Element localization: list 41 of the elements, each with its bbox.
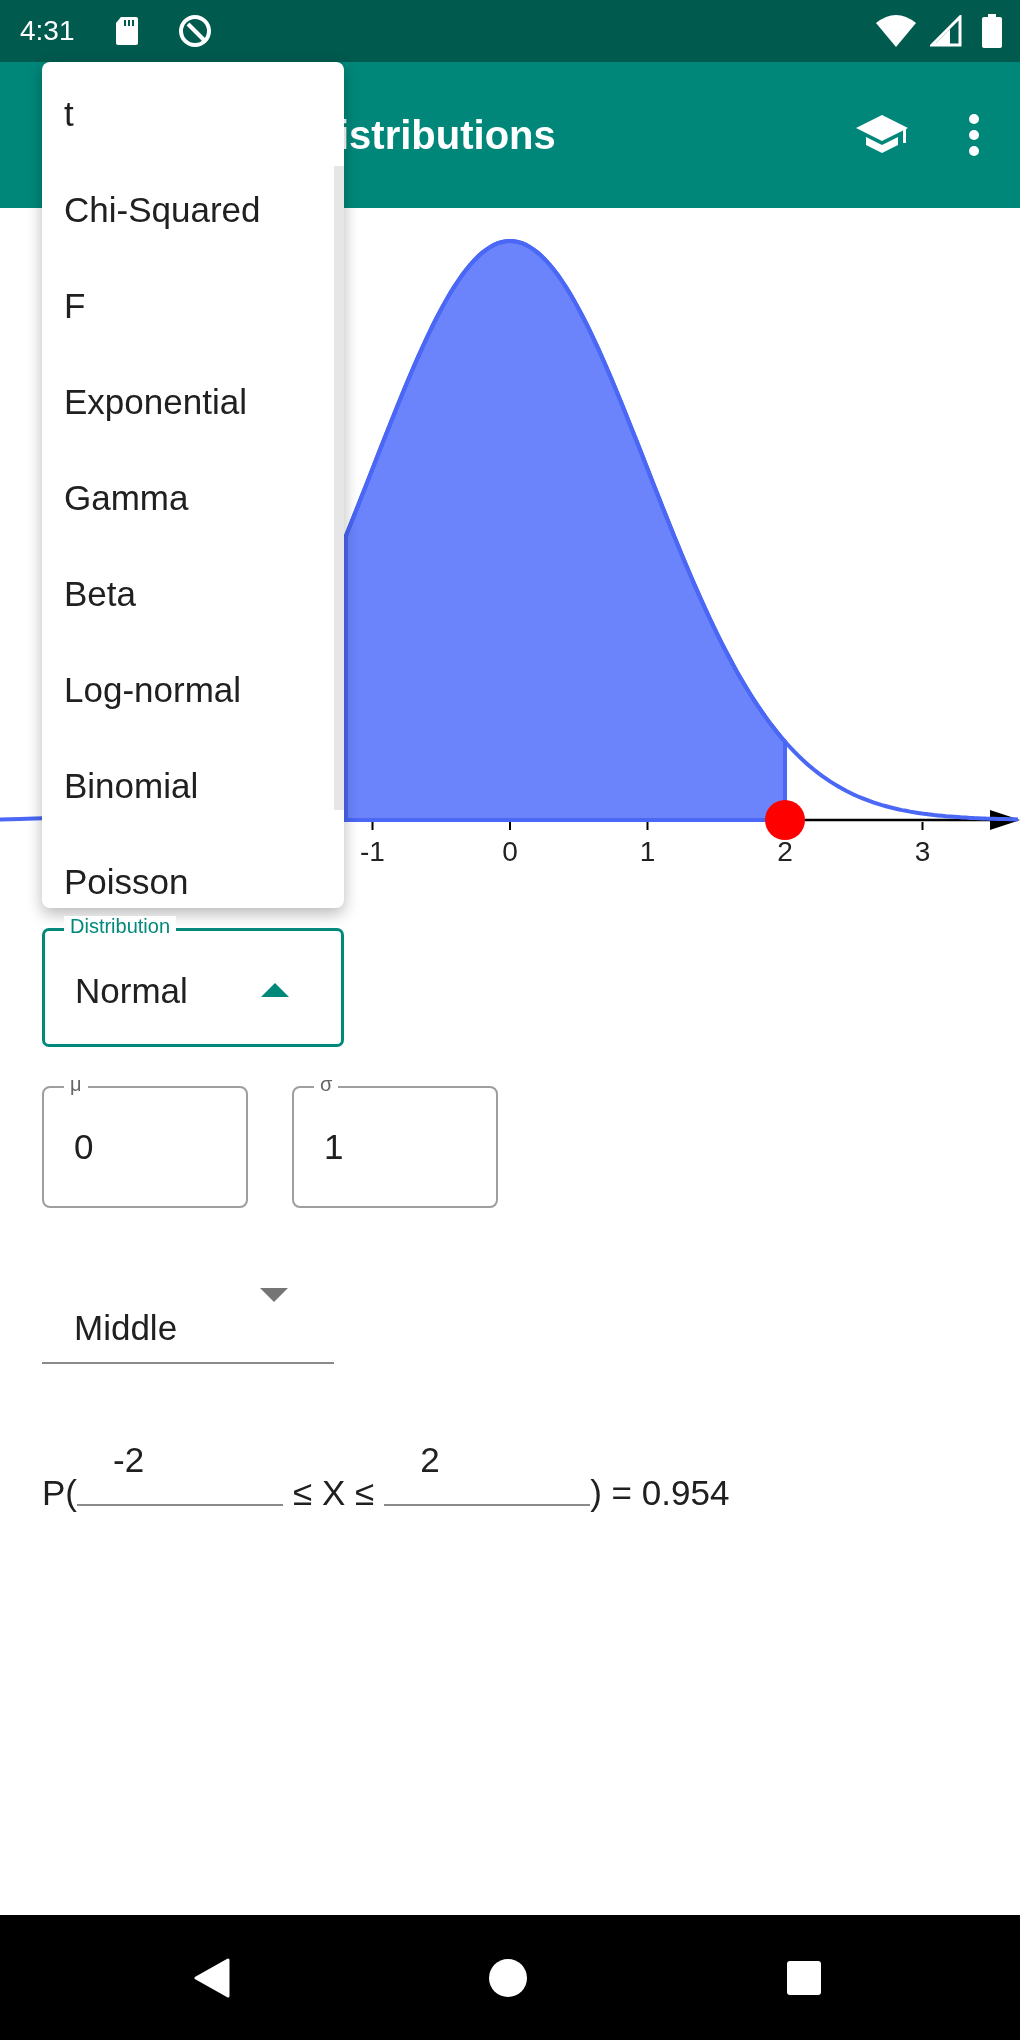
wifi-icon <box>876 15 916 47</box>
circle-slash-icon <box>176 13 213 49</box>
scrollbar[interactable] <box>334 166 344 810</box>
tick-label: 1 <box>639 836 656 867</box>
menu-item[interactable]: t <box>42 66 320 162</box>
probability-result: ) = 0.954 <box>590 1472 730 1514</box>
field-value: 0 <box>74 1127 94 1167</box>
sd-card-icon <box>114 16 139 46</box>
more-options-icon[interactable] <box>968 113 980 157</box>
caret-icon <box>260 1288 288 1302</box>
tick-label: 0 <box>502 836 518 867</box>
status-time: 4:31 <box>20 15 75 47</box>
field-value: 1 <box>324 1127 344 1167</box>
recents-icon[interactable] <box>786 1959 822 1996</box>
field-value: 2 <box>420 1440 440 1480</box>
inequality-text: ≤ X ≤ <box>293 1472 375 1514</box>
upper-bound-field[interactable]: 2 <box>384 1440 591 1506</box>
region-dropdown[interactable]: Middle <box>42 1274 334 1364</box>
tick-label: 3 <box>914 836 931 867</box>
home-icon[interactable] <box>488 1957 528 1998</box>
curve-segment <box>0 816 43 822</box>
probability-prefix: P( <box>42 1472 77 1514</box>
menu-item[interactable]: Chi-Squared <box>42 162 320 258</box>
dropdown-value: Middle <box>74 1308 178 1348</box>
app-title: istributions <box>338 112 556 158</box>
back-icon[interactable] <box>194 1957 230 1998</box>
menu-item[interactable]: F <box>42 258 320 354</box>
tick-label: 2 <box>777 836 793 867</box>
menu-item[interactable]: Gamma <box>42 450 320 546</box>
menu-item[interactable]: Log-normal <box>42 642 320 738</box>
menu-item[interactable]: Poisson <box>42 834 320 908</box>
battery-icon <box>982 14 1002 48</box>
lower-bound-field[interactable]: -2 <box>77 1440 283 1506</box>
menu-item[interactable]: Exponential <box>42 354 320 450</box>
field-label: Distribution <box>64 916 177 936</box>
bound-handle[interactable] <box>765 800 805 840</box>
menu-item[interactable]: Binomial <box>42 738 320 834</box>
signal-icon <box>930 15 962 47</box>
tick-label: -1 <box>360 836 385 867</box>
menu-item[interactable]: Beta <box>42 546 320 642</box>
field-value: -2 <box>113 1440 145 1480</box>
